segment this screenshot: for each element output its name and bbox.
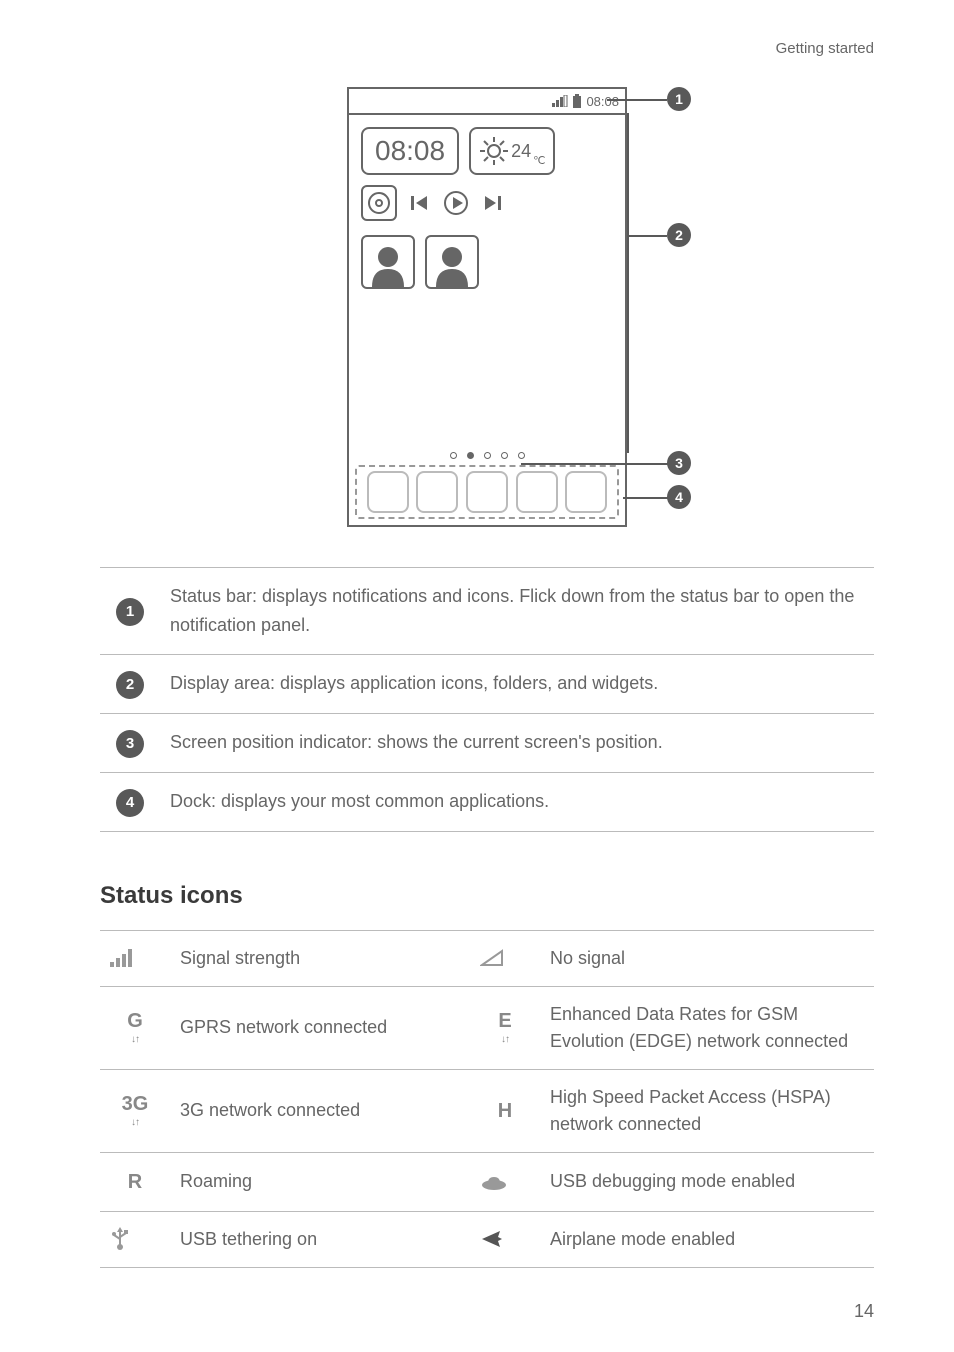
phone-frame: 08:08 08:08 24 ℃: [347, 87, 627, 527]
usb-tether-icon: [110, 1227, 160, 1251]
legend-text: Display area: displays application icons…: [160, 654, 874, 713]
signal-strength-icon: [110, 949, 160, 967]
icon-label: Enhanced Data Rates for GSM Evolution (E…: [540, 986, 874, 1069]
icon-label: USB debugging mode enabled: [540, 1152, 874, 1211]
callout-4: 4: [667, 485, 691, 509]
legend-text: Status bar: displays notifications and i…: [160, 568, 874, 655]
icon-label: High Speed Packet Access (HSPA) network …: [540, 1069, 874, 1152]
icon-label: Roaming: [170, 1152, 470, 1211]
signal-icon: [552, 95, 568, 107]
status-icons-table: Signal strength No signal G↓↑ GPRS netwo…: [100, 930, 874, 1268]
dock-item: [416, 471, 458, 513]
section-heading: Status icons: [100, 882, 874, 910]
weather-temp: 24: [511, 141, 531, 162]
usb-debug-icon: [480, 1173, 530, 1191]
contact-icon: [425, 235, 479, 289]
page-number: 14: [854, 1301, 874, 1322]
edge-icon: E↓↑: [498, 1006, 511, 1043]
status-time: 08:08: [586, 94, 619, 109]
icon-label: GPRS network connected: [170, 986, 470, 1069]
music-widget: [349, 175, 625, 221]
callout-2: 2: [667, 223, 691, 247]
dock-item: [367, 471, 409, 513]
icon-label: USB tethering on: [170, 1211, 470, 1267]
prev-icon: [411, 194, 429, 212]
home-screen-diagram: 08:08 08:08 24 ℃: [100, 87, 874, 527]
legend-text: Screen position indicator: shows the cur…: [160, 713, 874, 772]
status-bar: 08:08: [349, 89, 625, 115]
play-icon: [443, 190, 469, 216]
dock-item: [516, 471, 558, 513]
contact-icon: [361, 235, 415, 289]
legend-num: 1: [116, 598, 144, 626]
page-header: Getting started: [100, 40, 874, 57]
icon-label: Airplane mode enabled: [540, 1211, 874, 1267]
dock-item: [466, 471, 508, 513]
legend-num: 4: [116, 789, 144, 817]
next-icon: [483, 194, 501, 212]
no-signal-icon: [480, 949, 530, 967]
icon-label: 3G network connected: [170, 1069, 470, 1152]
legend-num: 3: [116, 730, 144, 758]
legend-num: 2: [116, 671, 144, 699]
airplane-icon: [480, 1227, 530, 1251]
roaming-icon: R: [128, 1167, 142, 1197]
dock: [355, 465, 619, 519]
dock-item: [565, 471, 607, 513]
legend-text: Dock: displays your most common applicat…: [160, 772, 874, 831]
music-disc-icon: [361, 185, 397, 221]
weather-widget: 24 ℃: [469, 127, 555, 175]
legend-table: 1 Status bar: displays notifications and…: [100, 567, 874, 832]
icon-label: No signal: [540, 930, 874, 986]
weather-unit: ℃: [533, 154, 545, 167]
threeg-icon: 3G↓↑: [122, 1089, 149, 1126]
gprs-icon: G↓↑: [127, 1006, 143, 1043]
battery-icon: [572, 94, 582, 108]
icon-label: Signal strength: [170, 930, 470, 986]
hspa-icon: H: [498, 1096, 512, 1126]
callout-1: 1: [667, 87, 691, 111]
callout-3: 3: [667, 451, 691, 475]
sun-icon: [479, 136, 509, 166]
clock-widget: 08:08: [361, 127, 459, 175]
